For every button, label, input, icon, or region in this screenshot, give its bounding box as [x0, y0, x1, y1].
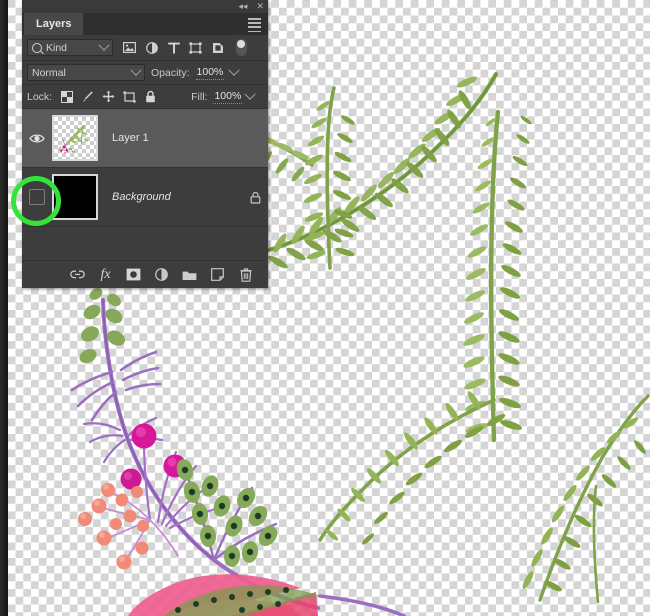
fx-icon[interactable]: fx — [97, 266, 114, 283]
eye-icon[interactable] — [29, 133, 45, 144]
layer-thumbnail[interactable] — [52, 174, 98, 220]
trash-icon[interactable] — [237, 266, 254, 283]
layer-name[interactable]: Layer 1 — [98, 132, 242, 144]
filter-enable-toggle[interactable] — [236, 39, 247, 56]
close-icon[interactable]: ✕ — [256, 2, 264, 11]
floral-branch-group — [70, 288, 406, 616]
table-row[interactable]: Layer 1 — [22, 109, 268, 168]
eye-off-icon[interactable] — [29, 189, 45, 205]
filter-pixel-layers-icon[interactable] — [120, 39, 139, 56]
layers-bottom-toolbar: fx — [22, 260, 268, 288]
lock-row: Lock: Fill: 100% — [22, 85, 268, 108]
panel-menu-icon[interactable] — [248, 18, 261, 33]
tab-layers[interactable]: Layers — [24, 13, 84, 35]
fill-chevron-down-icon[interactable] — [244, 88, 256, 100]
lock-artboard-nesting-icon[interactable] — [121, 89, 138, 105]
lock-icon — [242, 191, 268, 204]
table-row[interactable]: Background — [22, 168, 268, 227]
opacity-label: Opacity: — [151, 66, 190, 79]
panel-tab-row: Layers — [22, 13, 268, 35]
blend-mode-row: Normal Opacity: 100% — [22, 61, 268, 84]
chevron-down-icon[interactable] — [130, 64, 142, 76]
adjustment-layer-icon[interactable] — [153, 266, 170, 283]
new-layer-icon[interactable] — [209, 266, 226, 283]
layer-name[interactable]: Background — [98, 191, 242, 203]
lock-all-icon[interactable] — [142, 89, 159, 105]
layer-list[interactable]: Layer 1 Background — [22, 109, 268, 227]
collapse-double-arrow-icon[interactable]: ◂◂ — [238, 2, 247, 11]
window-left-edge — [0, 0, 8, 616]
filter-shape-layers-icon[interactable] — [186, 39, 205, 56]
lock-transparent-pixels-icon[interactable] — [58, 89, 75, 105]
filter-type-layers-icon[interactable] — [164, 39, 183, 56]
filter-adjustment-layers-icon[interactable] — [142, 39, 161, 56]
link-icon[interactable] — [69, 266, 86, 283]
panel-titlebar: ◂◂ ✕ — [22, 0, 268, 13]
fill-label: Fill: — [191, 90, 208, 103]
opacity-value[interactable]: 100% — [195, 66, 225, 80]
fill-value[interactable]: 100% — [213, 90, 243, 104]
blend-mode-select[interactable]: Normal — [27, 64, 145, 81]
opacity-chevron-down-icon[interactable] — [228, 64, 241, 76]
lock-label: Lock: — [27, 90, 53, 103]
chevron-down-icon[interactable] — [98, 39, 110, 51]
layer-thumbnail[interactable] — [52, 115, 98, 161]
blend-mode-value: Normal — [32, 66, 66, 79]
filter-kind-select[interactable]: Kind — [27, 39, 113, 56]
filter-kind-label: Kind — [46, 41, 68, 54]
layer-visibility-toggle[interactable] — [22, 109, 52, 167]
layers-panel-toolbar: Kind Normal Opacity: 100% Lock: Fill: 10… — [22, 35, 268, 109]
layer-filter-row: Kind — [22, 35, 268, 60]
layers-panel[interactable]: ◂◂ ✕ Layers Kind Normal Opacity: 100% Lo… — [22, 0, 268, 288]
folder-icon[interactable] — [181, 266, 198, 283]
background-layer-visibility-toggle[interactable] — [22, 168, 52, 226]
layer-mask-icon[interactable] — [125, 266, 142, 283]
search-icon — [32, 42, 42, 53]
filter-smart-object-layers-icon[interactable] — [208, 39, 227, 56]
lock-image-pixels-icon[interactable] — [79, 89, 96, 105]
lock-position-icon[interactable] — [100, 89, 117, 105]
